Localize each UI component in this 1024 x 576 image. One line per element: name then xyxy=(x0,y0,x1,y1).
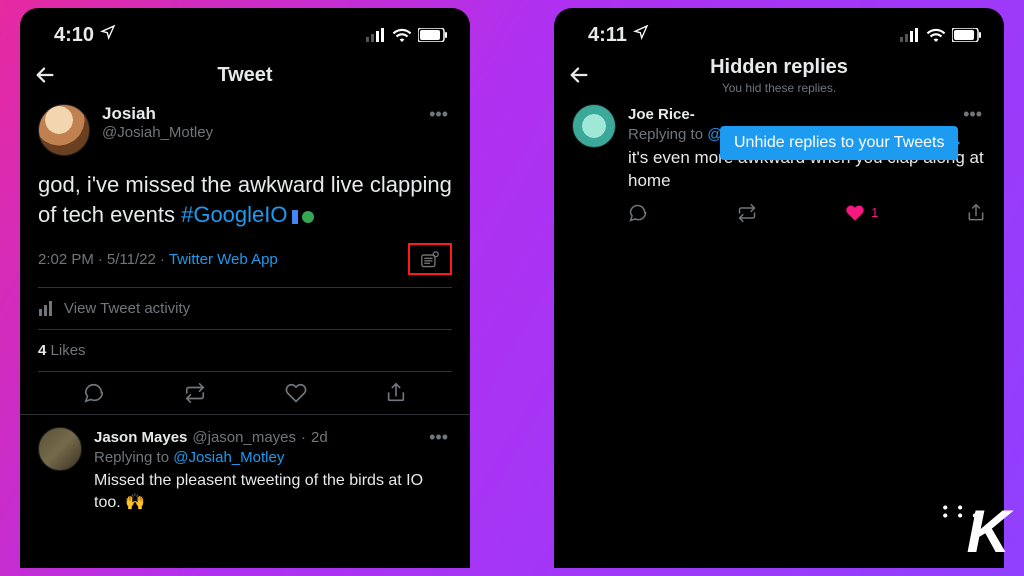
retweet-icon xyxy=(183,382,207,404)
reply-author-name[interactable]: Joe Rice- xyxy=(628,106,695,123)
battery-icon xyxy=(952,28,982,42)
wifi-icon xyxy=(926,28,946,42)
retweet-button[interactable] xyxy=(183,382,207,404)
heart-filled-icon xyxy=(845,203,865,223)
avatar[interactable] xyxy=(38,104,90,156)
hashtag-link[interactable]: #GoogleIO xyxy=(181,202,287,227)
retweet-button[interactable] xyxy=(736,203,758,223)
watermark-dots-icon: • •• • • xyxy=(943,503,980,519)
share-icon xyxy=(966,203,986,223)
retweet-icon xyxy=(736,203,758,223)
tweet-source[interactable]: Twitter Web App xyxy=(169,251,278,268)
reply-more-button[interactable]: ••• xyxy=(959,104,986,125)
reply-icon xyxy=(83,382,105,404)
author-name[interactable]: Josiah xyxy=(102,104,425,124)
hidden-replies-button[interactable] xyxy=(408,243,452,275)
share-button[interactable] xyxy=(966,203,986,223)
back-button[interactable] xyxy=(568,64,590,86)
replying-to: Replying to @Josiah_Motley xyxy=(94,449,452,466)
replying-to-link[interactable]: @Josiah_Motley xyxy=(173,449,284,466)
tweet-card: Josiah @Josiah_Motley ••• god, i've miss… xyxy=(20,98,470,414)
nav-bar: Tweet xyxy=(20,52,470,98)
cellular-icon xyxy=(366,28,386,42)
tweet-time: 2:02 PM xyxy=(38,251,94,268)
action-bar: 1 xyxy=(628,193,986,223)
heart-icon xyxy=(285,382,307,404)
like-button[interactable] xyxy=(285,382,307,404)
reply-button[interactable] xyxy=(628,203,648,223)
back-button[interactable] xyxy=(34,64,56,86)
reply-text: Missed the pleasent tweeting of the bird… xyxy=(94,470,452,513)
page-subtitle: You hid these replies. xyxy=(710,81,848,95)
share-icon xyxy=(385,382,407,404)
googleio-emoji xyxy=(288,202,314,227)
phone-left: 4:10 Tweet Josiah @Josiah_Motley ••• god… xyxy=(20,8,470,568)
view-activity-button[interactable]: View Tweet activity xyxy=(38,288,452,329)
like-count: 1 xyxy=(871,205,878,220)
page-title: Tweet xyxy=(217,64,272,87)
reply-more-button[interactable]: ••• xyxy=(425,427,452,448)
tweet-text: god, i've missed the awkward live clappi… xyxy=(38,170,452,229)
page-title: Hidden replies xyxy=(710,56,848,79)
reply-button[interactable] xyxy=(83,382,105,404)
tweet-more-button[interactable]: ••• xyxy=(425,104,452,125)
status-bar: 4:11 xyxy=(554,8,1004,52)
location-arrow-icon xyxy=(633,24,649,40)
status-time: 4:10 xyxy=(54,24,116,47)
avatar[interactable] xyxy=(38,427,82,471)
avatar[interactable] xyxy=(572,104,616,148)
back-arrow-icon xyxy=(568,64,590,86)
tweet-meta: 2:02 PM · 5/11/22 · Twitter Web App xyxy=(38,243,452,275)
unhide-tooltip[interactable]: Unhide replies to your Tweets xyxy=(720,126,958,160)
action-bar xyxy=(38,372,452,414)
reply-card[interactable]: Jason Mayes @jason_mayes · 2d ••• Replyi… xyxy=(20,415,470,513)
watermark: • •• • • K xyxy=(967,497,1006,566)
reply-icon xyxy=(628,203,648,223)
reply-author-name[interactable]: Jason Mayes xyxy=(94,429,187,446)
wifi-icon xyxy=(392,28,412,42)
phone-right: 4:11 Hidden replies You hid these replie… xyxy=(554,8,1004,568)
hidden-reply-card[interactable]: Joe Rice- ••• Replying to @Josiah_Motley… xyxy=(554,98,1004,223)
tweet-date: 5/11/22 xyxy=(107,251,156,268)
share-button[interactable] xyxy=(385,382,407,404)
analytics-icon xyxy=(38,301,54,317)
back-arrow-icon xyxy=(34,64,56,86)
like-button[interactable]: 1 xyxy=(845,203,878,223)
status-bar: 4:10 xyxy=(20,8,470,52)
hidden-replies-icon xyxy=(420,251,440,269)
author-handle[interactable]: @Josiah_Motley xyxy=(102,124,425,141)
likes-count-row[interactable]: 4 Likes xyxy=(38,330,452,371)
nav-bar: Hidden replies You hid these replies. xyxy=(554,52,1004,98)
battery-icon xyxy=(418,28,448,42)
location-arrow-icon xyxy=(100,24,116,40)
reply-author-handle[interactable]: @jason_mayes xyxy=(192,429,296,446)
reply-age: 2d xyxy=(311,429,328,446)
status-time: 4:11 xyxy=(588,24,649,47)
cellular-icon xyxy=(900,28,920,42)
